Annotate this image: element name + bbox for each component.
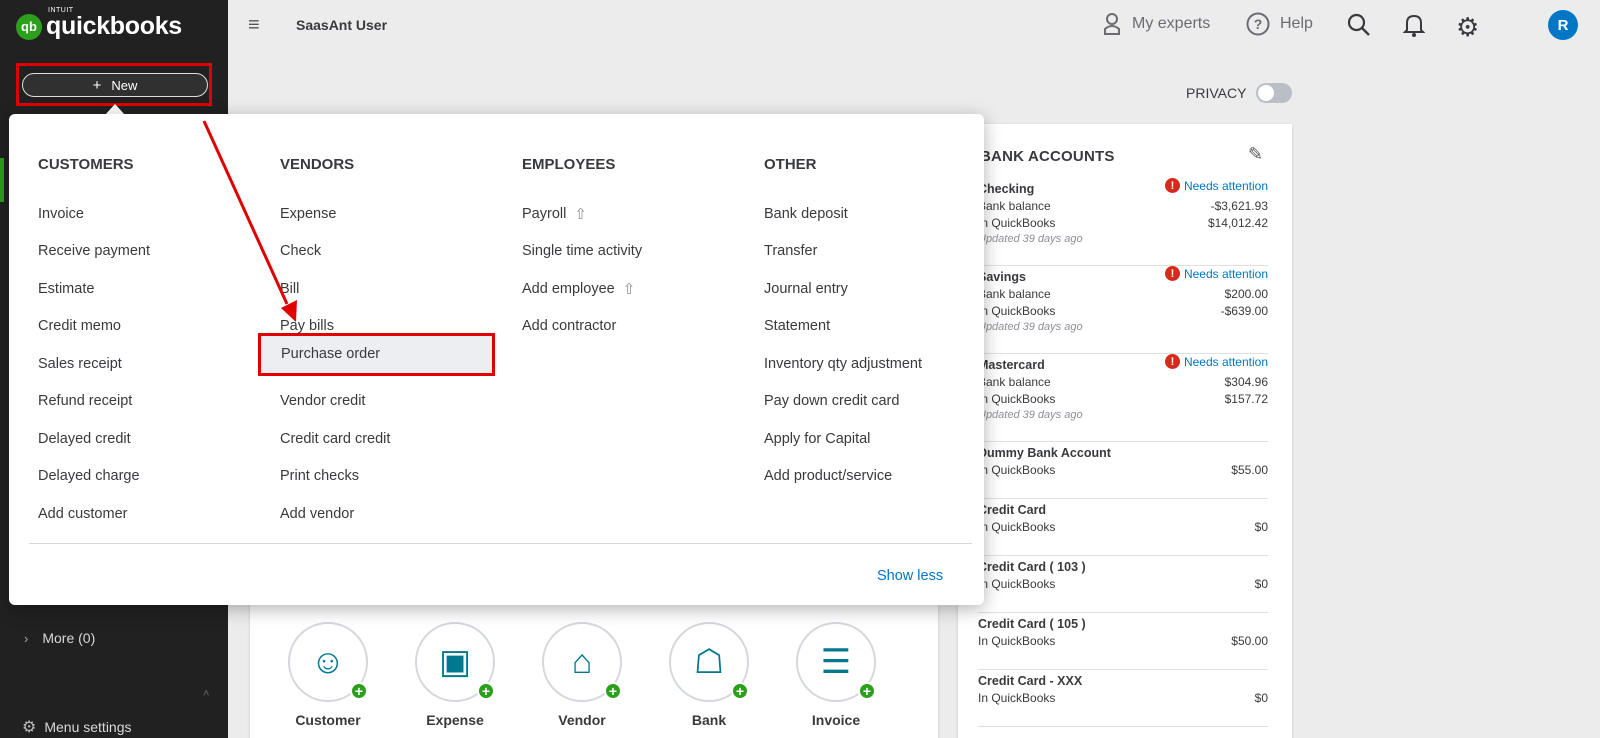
annotation-arrow	[202, 120, 297, 322]
